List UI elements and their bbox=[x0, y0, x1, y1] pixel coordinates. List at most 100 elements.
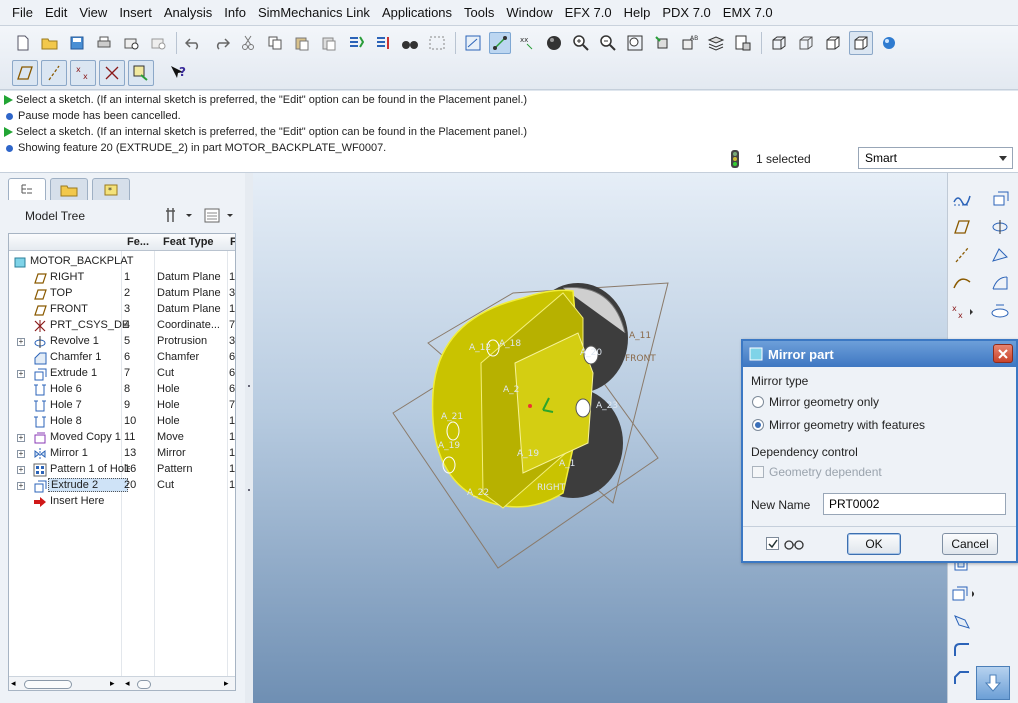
tree-row[interactable]: Chamfer 1 6 Chamfer 6 bbox=[9, 350, 235, 366]
column-extra[interactable]: F bbox=[230, 236, 235, 248]
scroll-left-icon[interactable]: ◂ bbox=[125, 678, 130, 689]
new-file-icon[interactable] bbox=[12, 32, 34, 54]
no-hidden-icon[interactable] bbox=[822, 32, 844, 54]
menu-info[interactable]: Info bbox=[218, 0, 252, 26]
tree-horizontal-scrollbar[interactable]: ◂ ▸ ◂ ▸ bbox=[9, 676, 235, 690]
menu-edit[interactable]: Edit bbox=[39, 0, 73, 26]
panel-splitter[interactable] bbox=[245, 173, 253, 703]
selection-filter-dropdown[interactable]: Smart bbox=[858, 147, 1013, 169]
tree-row[interactable]: + Extrude 1 7 Cut 6 bbox=[9, 366, 235, 382]
axis-label[interactable]: A_19 bbox=[517, 449, 539, 459]
datum-plane-tool-icon[interactable] bbox=[950, 216, 974, 238]
axis-label[interactable]: A_20 bbox=[580, 348, 602, 358]
zoom-in-icon[interactable] bbox=[570, 32, 592, 54]
scroll-right-icon[interactable]: ▸ bbox=[110, 678, 115, 689]
saved-views-icon[interactable]: AB bbox=[678, 32, 700, 54]
tab-folder-browser[interactable] bbox=[50, 178, 88, 200]
csys-display-toggle-icon[interactable] bbox=[99, 60, 125, 86]
open-folder-icon[interactable] bbox=[39, 32, 61, 54]
axis-label[interactable]: A_23 bbox=[596, 401, 618, 411]
close-button[interactable] bbox=[993, 344, 1013, 363]
menu-window[interactable]: Window bbox=[500, 0, 558, 26]
menu-help[interactable]: Help bbox=[618, 0, 657, 26]
send-mail-icon[interactable] bbox=[120, 32, 142, 54]
scroll-thumb[interactable] bbox=[137, 680, 151, 689]
point-display-toggle-icon[interactable]: xx bbox=[70, 60, 96, 86]
menu-simmechanics-link[interactable]: SimMechanics Link bbox=[252, 0, 376, 26]
zoom-out-icon[interactable] bbox=[597, 32, 619, 54]
datum-point-tool-icon[interactable]: xx bbox=[950, 300, 974, 322]
menu-efx-7-0[interactable]: EFX 7.0 bbox=[559, 0, 618, 26]
tree-row[interactable]: PRT_CSYS_DE 4 Coordinate... 7 bbox=[9, 318, 235, 334]
expand-icon[interactable]: + bbox=[17, 466, 25, 474]
shading-sphere-icon[interactable] bbox=[543, 32, 565, 54]
annotation-display-toggle-icon[interactable] bbox=[128, 60, 154, 86]
tree-row[interactable]: + Extrude 2 20 Cut 1 bbox=[9, 478, 235, 494]
paste-icon[interactable] bbox=[291, 32, 313, 54]
chamfer-tool-icon[interactable] bbox=[950, 667, 974, 689]
expand-icon[interactable]: + bbox=[17, 338, 25, 346]
menu-analysis[interactable]: Analysis bbox=[158, 0, 218, 26]
axis-label[interactable]: A_21 bbox=[441, 412, 463, 422]
sweep-tool-icon[interactable] bbox=[988, 244, 1012, 266]
appearance-icon[interactable] bbox=[732, 32, 754, 54]
plane-label[interactable]: RIGHT bbox=[537, 483, 566, 493]
sketch-tool-icon[interactable] bbox=[950, 188, 974, 210]
round-tool-icon[interactable] bbox=[950, 639, 974, 661]
tree-row[interactable]: + Pattern 1 of Hole 16 Pattern 1 bbox=[9, 462, 235, 478]
menu-insert[interactable]: Insert bbox=[113, 0, 158, 26]
menu-emx-7-0[interactable]: EMX 7.0 bbox=[717, 0, 779, 26]
tree-row[interactable]: Hole 6 8 Hole 6 bbox=[9, 382, 235, 398]
cancel-button[interactable]: Cancel bbox=[942, 533, 998, 555]
menu-pdx-7-0[interactable]: PDX 7.0 bbox=[656, 0, 716, 26]
plane-label[interactable]: FRONT bbox=[625, 354, 656, 364]
scroll-thumb[interactable] bbox=[24, 680, 72, 689]
preview-checkbox[interactable] bbox=[766, 537, 779, 550]
tree-settings-button[interactable] bbox=[164, 205, 194, 225]
datum-plane-display-icon[interactable] bbox=[462, 32, 484, 54]
paste-special-icon[interactable] bbox=[318, 32, 340, 54]
radio-geometry-only[interactable] bbox=[752, 396, 764, 408]
axis-label[interactable]: A_19 bbox=[438, 441, 460, 451]
enhanced-realism-icon[interactable] bbox=[878, 32, 900, 54]
geometry-dependent-checkbox[interactable] bbox=[752, 466, 764, 478]
blend-tool-icon[interactable] bbox=[988, 272, 1012, 294]
dialog-titlebar[interactable]: Mirror part bbox=[743, 341, 1016, 367]
tree-row[interactable]: TOP 2 Datum Plane 3 bbox=[9, 286, 235, 302]
hidden-line-icon[interactable] bbox=[795, 32, 817, 54]
shading-cube-icon[interactable] bbox=[849, 31, 873, 55]
find-binoculars-icon[interactable] bbox=[399, 32, 421, 54]
regen-manager-icon[interactable] bbox=[372, 32, 394, 54]
context-help-icon[interactable]: ? bbox=[165, 60, 191, 86]
copy-icon[interactable] bbox=[264, 32, 286, 54]
column-feature-type[interactable]: Feat Type bbox=[163, 236, 214, 248]
datum-curve-tool-icon[interactable] bbox=[950, 272, 974, 294]
cut-icon[interactable] bbox=[237, 32, 259, 54]
datum-axis-display-icon[interactable] bbox=[489, 32, 511, 54]
tree-row[interactable]: + Moved Copy 1 11 Move 1 bbox=[9, 430, 235, 446]
axis-label[interactable]: A_22 bbox=[467, 488, 489, 498]
expand-icon[interactable]: + bbox=[17, 434, 25, 442]
datum-axis-tool-icon[interactable] bbox=[950, 244, 974, 266]
draft-tool-icon[interactable] bbox=[950, 611, 974, 633]
expand-icon[interactable]: + bbox=[17, 370, 25, 378]
menu-file[interactable]: File bbox=[6, 0, 39, 26]
scroll-down-button[interactable] bbox=[976, 666, 1010, 700]
radio-geometry-with-features[interactable] bbox=[752, 419, 764, 431]
tree-row[interactable]: + Revolve 1 5 Protrusion 3 bbox=[9, 334, 235, 350]
menu-tools[interactable]: Tools bbox=[458, 0, 500, 26]
menu-applications[interactable]: Applications bbox=[376, 0, 458, 26]
show-menu-button[interactable] bbox=[203, 205, 235, 225]
hole-tool-icon[interactable] bbox=[988, 300, 1012, 322]
expand-icon[interactable]: + bbox=[17, 450, 25, 458]
ok-button[interactable]: OK bbox=[847, 533, 901, 555]
option-geometry-only-label[interactable]: Mirror geometry only bbox=[769, 395, 879, 409]
axis-label[interactable]: A_18 bbox=[499, 339, 521, 349]
extrude-tool-icon[interactable] bbox=[988, 188, 1012, 210]
plane-display-toggle-icon[interactable] bbox=[12, 60, 38, 86]
tab-favorites[interactable]: * bbox=[92, 178, 130, 200]
refit-icon[interactable] bbox=[624, 32, 646, 54]
layers-icon[interactable] bbox=[705, 32, 727, 54]
expand-icon[interactable]: + bbox=[17, 482, 25, 490]
tree-row[interactable]: FRONT 3 Datum Plane 1 bbox=[9, 302, 235, 318]
